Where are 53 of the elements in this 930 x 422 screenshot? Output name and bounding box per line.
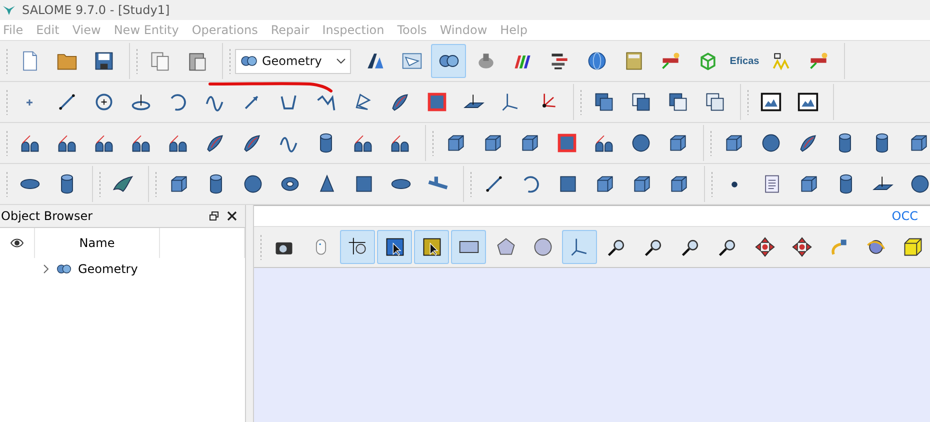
picture-icon: [760, 91, 782, 113]
sphere-icon: [760, 132, 782, 154]
move-arrows-icon: [754, 236, 776, 258]
marker-icon: [660, 50, 682, 72]
sphere-icon: [630, 132, 652, 154]
app-logo-icon: [2, 4, 16, 16]
squares-icon: [630, 91, 652, 113]
menu-item[interactable]: Help: [499, 23, 534, 37]
toolbar-button[interactable]: [377, 230, 412, 264]
window-title: SALOME 9.7.0 - [Study1]: [22, 3, 170, 17]
toolbar-button[interactable]: [451, 230, 486, 264]
squares-icon: [592, 91, 614, 113]
menu-item[interactable]: Inspection: [321, 23, 390, 37]
dot-icon: [731, 180, 738, 188]
framed-square-icon: [556, 132, 578, 154]
toolbar-button[interactable]: [431, 44, 466, 78]
viewer-title: OCC: [892, 209, 918, 223]
eye-icon: [10, 238, 24, 248]
column-header[interactable]: Name: [79, 236, 115, 250]
pentagon-icon: [494, 236, 516, 258]
panel-title: Object Browser: [1, 209, 94, 223]
point-icon: [26, 98, 33, 106]
menu-item[interactable]: Edit: [35, 23, 66, 37]
cube-icon: [902, 236, 924, 258]
menu-item[interactable]: View: [71, 23, 107, 37]
tree-item[interactable]: Geometry: [78, 262, 138, 276]
menu-item[interactable]: Repair: [270, 23, 316, 37]
menu-item[interactable]: Operations: [190, 23, 264, 37]
toolbar-button[interactable]: Eficas: [727, 44, 762, 78]
float-icon[interactable]: [209, 211, 220, 221]
copy-icon: [148, 50, 170, 72]
circle-icon: [532, 236, 554, 258]
picture-icon: [796, 91, 818, 113]
squares-icon: [666, 91, 688, 113]
menu-item[interactable]: Tools: [396, 23, 433, 37]
cursor-icon: [420, 236, 442, 258]
framed-square-icon: [426, 91, 448, 113]
menu-item[interactable]: Window: [438, 23, 494, 37]
toolbar-button[interactable]: [340, 230, 375, 264]
move-arrows-icon: [790, 236, 812, 258]
menu-item[interactable]: New Entity: [112, 23, 185, 37]
menu-item[interactable]: File: [2, 23, 30, 37]
squares-icon: [704, 91, 726, 113]
chevron-icon[interactable]: [42, 264, 50, 274]
marker-icon: [808, 50, 830, 72]
sphere-icon: [908, 173, 930, 195]
caret-icon: [336, 58, 346, 64]
module-dropdown[interactable]: Geometry: [235, 48, 351, 74]
sphere-icon: [242, 173, 264, 195]
toolbar-button[interactable]: [414, 230, 449, 264]
cursor-icon: [384, 236, 406, 258]
globe-icon: [586, 50, 608, 72]
close-icon[interactable]: [227, 211, 238, 221]
